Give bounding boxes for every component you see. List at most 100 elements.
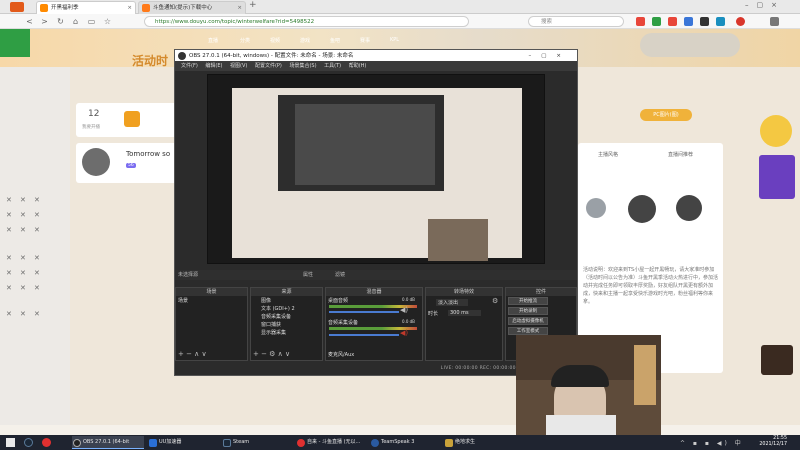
taskbar-label: 绝地求生 bbox=[455, 439, 476, 445]
obs-title: OBS 27.0.1 (64-bit, windows) - 配置文件: 未命名… bbox=[189, 53, 354, 59]
taskbar-item-obs[interactable]: OBS 27.0.1 (64-bit bbox=[72, 436, 144, 449]
mixer-channel-name: 音频采集设备 bbox=[328, 320, 359, 326]
webcam-shirt bbox=[546, 415, 616, 435]
nav-item[interactable]: KPL bbox=[390, 37, 399, 43]
filters-button[interactable]: 滤镜 bbox=[335, 270, 345, 280]
tab-close-icon[interactable]: × bbox=[237, 2, 242, 14]
user-banner[interactable] bbox=[640, 33, 740, 57]
home-button[interactable]: ⌂ bbox=[70, 16, 81, 27]
back-button[interactable]: < bbox=[24, 16, 35, 27]
douyu-favicon-icon bbox=[142, 4, 150, 12]
obs-menu-bar: 文件(F) 编辑(E) 视图(V) 配置文件(P) 场景集合(S) 工具(T) … bbox=[175, 61, 577, 71]
app-pinned-icon[interactable] bbox=[42, 438, 51, 447]
speaker-icon[interactable]: ◀) bbox=[400, 306, 408, 314]
browser-logo-icon bbox=[10, 2, 24, 12]
menu-scene-collection[interactable]: 场景集合(S) bbox=[289, 61, 316, 71]
right-floating-ads bbox=[755, 115, 800, 425]
duration-input[interactable]: 300 ms bbox=[448, 310, 481, 316]
taskbar-item-uu[interactable]: UU加速器 bbox=[148, 436, 218, 449]
obs-icon bbox=[73, 439, 81, 447]
menu-icon[interactable] bbox=[770, 17, 779, 26]
menu-help[interactable]: 帮助(H) bbox=[349, 61, 367, 71]
reader-button[interactable]: ▭ bbox=[86, 16, 97, 27]
taskbar-item-steam[interactable]: Steam bbox=[222, 436, 292, 449]
studio-mode-button[interactable]: 工作室模式 bbox=[508, 327, 548, 335]
refresh-button[interactable]: ↻ bbox=[55, 16, 66, 27]
bookmark-star-icon[interactable]: ☆ bbox=[102, 16, 113, 27]
nav-item[interactable]: 分类 bbox=[240, 37, 250, 44]
extension-icon[interactable] bbox=[684, 17, 693, 26]
mixer-panel: 混音器 桌面音频 0.0 dB ◀) 音频采集设备 0.0 dB ◀) 麦克风/… bbox=[325, 287, 423, 361]
properties-button[interactable]: 属性 bbox=[303, 270, 313, 280]
nav-item[interactable]: 鱼吧 bbox=[330, 37, 340, 44]
source-item[interactable]: 文本 (GDI+) 2 bbox=[261, 305, 295, 312]
extension-icon[interactable] bbox=[716, 17, 725, 26]
taskbar-label: 自来 - 斗鱼直播 (无以... bbox=[307, 439, 361, 445]
streamer-avatar[interactable] bbox=[628, 195, 656, 223]
clock-date: 2021/12/17 bbox=[759, 442, 787, 447]
promo-icon[interactable] bbox=[760, 115, 792, 147]
extension-icon[interactable] bbox=[636, 17, 645, 26]
event-description: 活动说明：欢迎来到TS小屋一起开黑畅玩，请大家准时参加（活动时间以公告为准）斗鱼… bbox=[583, 267, 719, 305]
streamer-avatar[interactable] bbox=[676, 195, 702, 221]
start-streaming-button[interactable]: 开始推流 bbox=[508, 297, 548, 305]
transitions-panel: 转场特效 淡入淡出 时长 300 ms ⚙ bbox=[425, 287, 503, 361]
browser-tab-bar: 开黑福利季 × 斗鱼通知(提示)下载中心 × + –▢× bbox=[0, 0, 800, 14]
streamer-avatar[interactable] bbox=[586, 198, 606, 218]
taskbar-label: Steam bbox=[233, 439, 250, 445]
tab-label: 斗鱼通知(提示)下载中心 bbox=[153, 5, 213, 11]
extension-icon[interactable] bbox=[700, 17, 709, 26]
browser-tab-active[interactable]: 开黑福利季 × bbox=[36, 1, 136, 14]
no-source-label: 未选择源 bbox=[178, 272, 199, 278]
url-input[interactable]: https://www.douyu.com/topic/winterwelfar… bbox=[144, 16, 469, 27]
menu-edit[interactable]: 编辑(E) bbox=[205, 61, 222, 71]
douyu-logo-icon[interactable] bbox=[0, 29, 30, 57]
virtual-camera-button[interactable]: 启动虚拟摄像机 bbox=[508, 317, 548, 325]
extension-icon[interactable] bbox=[652, 17, 661, 26]
transition-select[interactable]: 淡入淡出 bbox=[436, 299, 469, 306]
volume-slider[interactable] bbox=[329, 311, 399, 313]
side-banner-button[interactable]: PC图片(图) bbox=[640, 109, 692, 121]
taskbar-clock[interactable]: 21:55 2021/12/17 bbox=[745, 436, 787, 448]
menu-profile[interactable]: 配置文件(P) bbox=[255, 61, 282, 71]
source-item[interactable]: 音频采集设备 bbox=[261, 313, 291, 320]
window-controls[interactable]: –▢× bbox=[745, 1, 785, 9]
volume-slider[interactable] bbox=[329, 334, 399, 336]
tab-close-icon[interactable]: × bbox=[127, 2, 132, 14]
taskbar-item-teamspeak[interactable]: TeamSpeak 3 bbox=[370, 436, 440, 449]
extension-icon[interactable] bbox=[668, 17, 677, 26]
controls-title: 控件 bbox=[506, 288, 576, 296]
streamer-avatar[interactable] bbox=[82, 148, 110, 176]
nav-item[interactable]: 赛事 bbox=[360, 37, 370, 44]
promo-badge-icon[interactable] bbox=[761, 345, 793, 375]
source-item[interactable]: 窗口捕获 bbox=[261, 321, 281, 328]
windows-start-icon[interactable] bbox=[6, 438, 15, 447]
menu-file[interactable]: 文件(F) bbox=[181, 61, 198, 71]
speaker-muted-icon[interactable]: ◀) bbox=[400, 329, 408, 337]
source-item[interactable]: 图像 bbox=[261, 297, 271, 304]
search-input[interactable]: 搜索 bbox=[528, 16, 624, 27]
start-recording-button[interactable]: 开始录制 bbox=[508, 307, 548, 315]
nav-item[interactable]: 直播 bbox=[208, 37, 218, 44]
menu-view[interactable]: 视图(V) bbox=[230, 61, 247, 71]
gear-icon[interactable]: ⚙ bbox=[492, 297, 498, 305]
scene-item[interactable]: 场景 bbox=[178, 297, 188, 304]
steam-pinned-icon[interactable] bbox=[24, 438, 33, 447]
add-scene-button[interactable]: + − ∧ ∨ bbox=[178, 350, 207, 358]
taskbar-item-pubg[interactable]: 绝地求生 bbox=[444, 436, 514, 449]
promo-card[interactable] bbox=[759, 155, 795, 199]
taskbar-item-browser[interactable]: 自来 - 斗鱼直播 (无以... bbox=[296, 436, 366, 449]
pubg-icon bbox=[445, 439, 453, 447]
nav-item[interactable]: 游戏 bbox=[300, 37, 310, 44]
new-tab-button[interactable]: + bbox=[249, 0, 257, 10]
source-item[interactable]: 显示器采集 bbox=[261, 329, 286, 336]
gift-icon[interactable] bbox=[124, 111, 140, 127]
uu-icon bbox=[149, 439, 157, 447]
nav-item[interactable]: 视频 bbox=[270, 37, 280, 44]
menu-tools[interactable]: 工具(T) bbox=[324, 61, 341, 71]
browser-tab[interactable]: 斗鱼通知(提示)下载中心 × bbox=[138, 1, 246, 14]
forward-button[interactable]: > bbox=[39, 16, 50, 27]
system-tray-icons[interactable]: ^ ▪ ▪ ◀) 中 bbox=[680, 438, 744, 447]
extension-icon[interactable] bbox=[736, 17, 745, 26]
add-source-button[interactable]: + − ⚙ ∧ ∨ bbox=[253, 350, 290, 358]
